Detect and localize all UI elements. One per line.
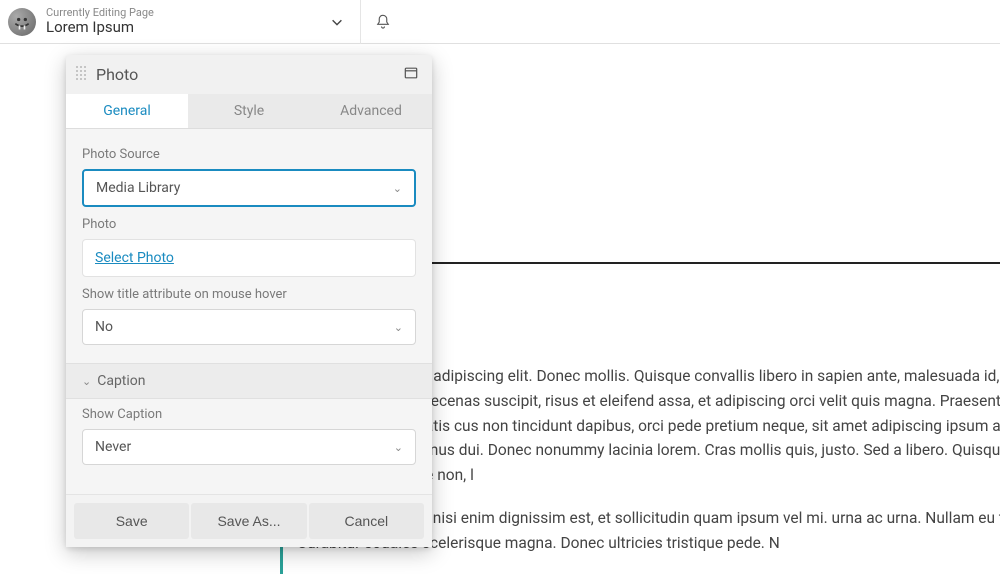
- notifications-button[interactable]: [361, 0, 405, 44]
- show-title-select[interactable]: No ⌄: [82, 309, 416, 345]
- settings-panel: Photo General Style Advanced Photo Sourc…: [66, 55, 432, 547]
- chevron-down-icon: ⌄: [393, 182, 402, 195]
- photo-source-value: Media Library: [96, 180, 180, 196]
- page-title: Lorem Ipsum: [46, 19, 154, 36]
- top-bar: Currently Editing Page Lorem Ipsum: [0, 0, 1000, 44]
- tab-style[interactable]: Style: [188, 94, 310, 128]
- save-as-button[interactable]: Save As...: [191, 503, 306, 539]
- page-meta: Currently Editing Page Lorem Ipsum: [46, 7, 154, 37]
- cancel-button[interactable]: Cancel: [309, 503, 424, 539]
- bell-icon: [374, 13, 392, 31]
- caption-section-body: Show Caption Never ⌄: [82, 399, 416, 475]
- photo-label: Photo: [82, 217, 416, 232]
- chevron-down-icon: [330, 15, 344, 29]
- save-button[interactable]: Save: [74, 503, 189, 539]
- panel-tabs: General Style Advanced: [66, 94, 432, 129]
- tab-advanced[interactable]: Advanced: [310, 94, 432, 128]
- caption-section-toggle[interactable]: ⌄ Caption: [66, 363, 432, 399]
- show-caption-label: Show Caption: [82, 407, 416, 422]
- show-caption-value: Never: [95, 439, 131, 455]
- caption-section-heading: Caption: [97, 373, 145, 389]
- walrus-icon: [12, 12, 32, 32]
- panel-title: Photo: [96, 65, 138, 84]
- select-photo-link[interactable]: Select Photo: [95, 250, 174, 266]
- avatar[interactable]: [8, 8, 36, 36]
- chevron-down-icon: ⌄: [394, 321, 403, 334]
- show-title-value: No: [95, 319, 113, 335]
- photo-field: Select Photo: [82, 239, 416, 277]
- show-title-label: Show title attribute on mouse hover: [82, 287, 416, 302]
- window-icon: [404, 66, 418, 80]
- panel-footer: Save Save As... Cancel: [66, 494, 432, 547]
- chevron-down-icon: ⌄: [82, 375, 91, 388]
- show-caption-select[interactable]: Never ⌄: [82, 429, 416, 465]
- panel-body[interactable]: Photo Source Media Library ⌄ Photo Selec…: [66, 129, 432, 494]
- photo-source-label: Photo Source: [82, 147, 416, 162]
- tab-general[interactable]: General: [66, 94, 188, 128]
- top-bar-left: Currently Editing Page Lorem Ipsum: [0, 7, 360, 37]
- panel-header: Photo: [66, 55, 432, 94]
- drag-handle[interactable]: [76, 66, 88, 84]
- page-switcher-button[interactable]: [322, 7, 352, 37]
- chevron-down-icon: ⌄: [394, 441, 403, 454]
- panel-expand-button[interactable]: [404, 65, 418, 84]
- photo-source-select[interactable]: Media Library ⌄: [82, 169, 416, 207]
